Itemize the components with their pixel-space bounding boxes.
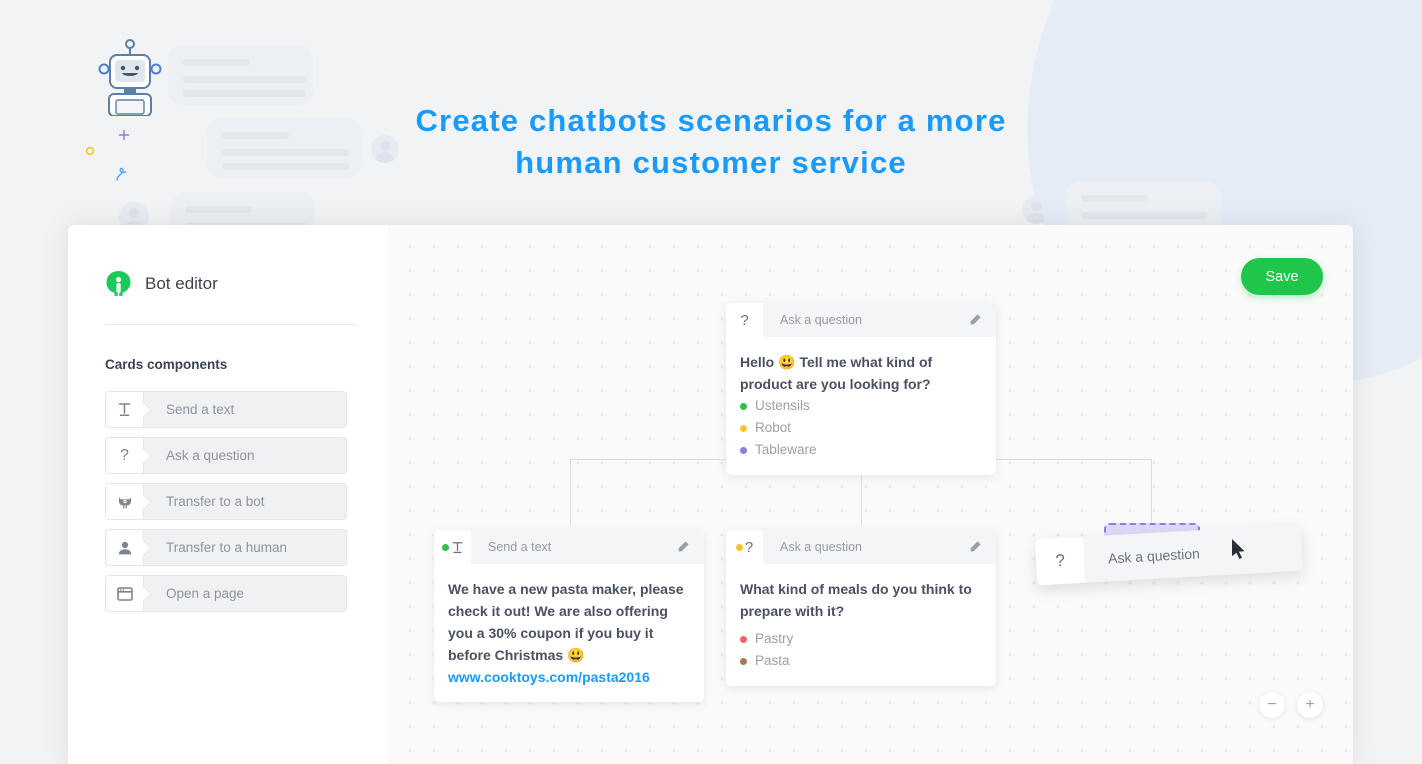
page-title: Create chatbots scenarios for a more hum… xyxy=(0,100,1422,184)
page-root: Create chatbots scenarios for a more hum… xyxy=(0,0,1422,764)
card-header-title: Send a text xyxy=(488,540,552,554)
card-option[interactable]: Ustensils xyxy=(740,395,980,417)
status-dot xyxy=(441,543,449,551)
component-open-a-page[interactable]: Open a page xyxy=(105,575,347,612)
component-ask-a-question[interactable]: ? Ask a question xyxy=(105,437,347,474)
option-label: Tableware xyxy=(755,442,817,457)
option-color-dot xyxy=(740,402,747,410)
option-label: Ustensils xyxy=(755,398,810,413)
component-send-a-text[interactable]: Send a text xyxy=(105,391,347,428)
card-header: ? Ask a question xyxy=(726,303,996,337)
component-label: Open a page xyxy=(166,586,245,601)
option-label: Pastry xyxy=(755,631,794,646)
connector-line xyxy=(570,459,571,525)
browser-window-icon xyxy=(106,576,144,611)
card-text: We have a new pasta maker, please check … xyxy=(448,581,684,663)
card-link[interactable]: www.cooktoys.com/pasta2016 xyxy=(448,666,688,688)
person-icon xyxy=(106,530,144,565)
cards-components-list: Send a text ? Ask a question Transfer to… xyxy=(105,391,356,612)
card-body: We have a new pasta maker, please check … xyxy=(434,564,704,702)
status-dot xyxy=(735,543,743,551)
connector-line xyxy=(1151,459,1152,525)
zoom-out-button[interactable]: − xyxy=(1259,692,1285,718)
question-mark-icon: ? xyxy=(726,530,763,564)
bot-logo-icon xyxy=(105,270,132,297)
decorative-chat-bubble xyxy=(168,45,313,105)
dragged-card-ask-a-question[interactable]: ? Ask a question xyxy=(1034,524,1304,586)
text-format-icon xyxy=(434,530,471,564)
component-transfer-to-a-bot[interactable]: Transfer to a bot xyxy=(105,483,347,520)
question-mark-icon: ? xyxy=(106,438,144,473)
text-format-icon xyxy=(106,392,144,427)
pencil-icon[interactable] xyxy=(968,313,996,327)
flow-card-send-text[interactable]: Send a text We have a new pasta maker, p… xyxy=(434,530,704,702)
flow-card-root-question[interactable]: ? Ask a question Hello 😃 Tell me what ki… xyxy=(726,303,996,475)
card-option[interactable]: Pastry xyxy=(740,628,980,650)
question-mark-icon: ? xyxy=(726,303,763,337)
option-color-dot xyxy=(740,424,747,432)
option-label: Robot xyxy=(755,420,792,435)
pencil-icon[interactable] xyxy=(676,540,704,554)
card-header-title: Ask a question xyxy=(780,313,862,327)
flow-canvas[interactable]: Save ? Ask a question Hello 😃 Tell me wh… xyxy=(388,225,1353,764)
zoom-controls: − + xyxy=(1259,692,1323,718)
card-option[interactable]: Tableware xyxy=(740,439,980,461)
option-color-dot xyxy=(740,446,747,454)
component-label: Send a text xyxy=(166,402,235,417)
card-body: What kind of meals do you think to prepa… xyxy=(726,564,996,686)
zoom-in-button[interactable]: + xyxy=(1297,692,1323,718)
card-header: Send a text xyxy=(434,530,704,564)
brand-name: Bot editor xyxy=(145,273,218,293)
card-text: Hello 😃 Tell me what kind of product are… xyxy=(740,354,933,392)
sidebar-divider xyxy=(105,324,356,325)
card-header: ? Ask a question xyxy=(726,530,996,564)
bot-editor-window: Bot editor Cards components Send a text … xyxy=(68,225,1353,764)
section-title: Cards components xyxy=(105,357,228,372)
question-mark-icon: ? xyxy=(1034,536,1086,586)
save-button[interactable]: Save xyxy=(1241,258,1323,295)
card-text: What kind of meals do you think to prepa… xyxy=(740,581,972,619)
flow-card-meals-question[interactable]: ? Ask a question What kind of meals do y… xyxy=(726,530,996,686)
option-color-dot xyxy=(740,657,747,665)
headline-line-2: human customer service xyxy=(515,145,907,180)
mouse-pointer-icon xyxy=(1231,538,1246,565)
option-label: Pasta xyxy=(755,653,790,668)
question-mark-glyph: ? xyxy=(1054,550,1066,571)
card-option[interactable]: Robot xyxy=(740,417,980,439)
robot-icon xyxy=(106,484,144,519)
component-label: Ask a question xyxy=(166,448,255,463)
sidebar: Bot editor Cards components Send a text … xyxy=(68,225,388,764)
component-label: Transfer to a bot xyxy=(166,494,265,509)
brand: Bot editor xyxy=(105,255,356,297)
card-option[interactable]: Pasta xyxy=(740,650,980,672)
decorative-avatar xyxy=(1022,196,1050,224)
headline-line-1: Create chatbots scenarios for a more xyxy=(415,103,1007,138)
component-label: Transfer to a human xyxy=(166,540,288,555)
pencil-icon[interactable] xyxy=(968,540,996,554)
card-header-title: Ask a question xyxy=(780,540,862,554)
dragged-card-label: Ask a question xyxy=(1107,545,1201,567)
card-body: Hello 😃 Tell me what kind of product are… xyxy=(726,337,996,475)
component-transfer-to-a-human[interactable]: Transfer to a human xyxy=(105,529,347,566)
option-color-dot xyxy=(740,635,747,643)
